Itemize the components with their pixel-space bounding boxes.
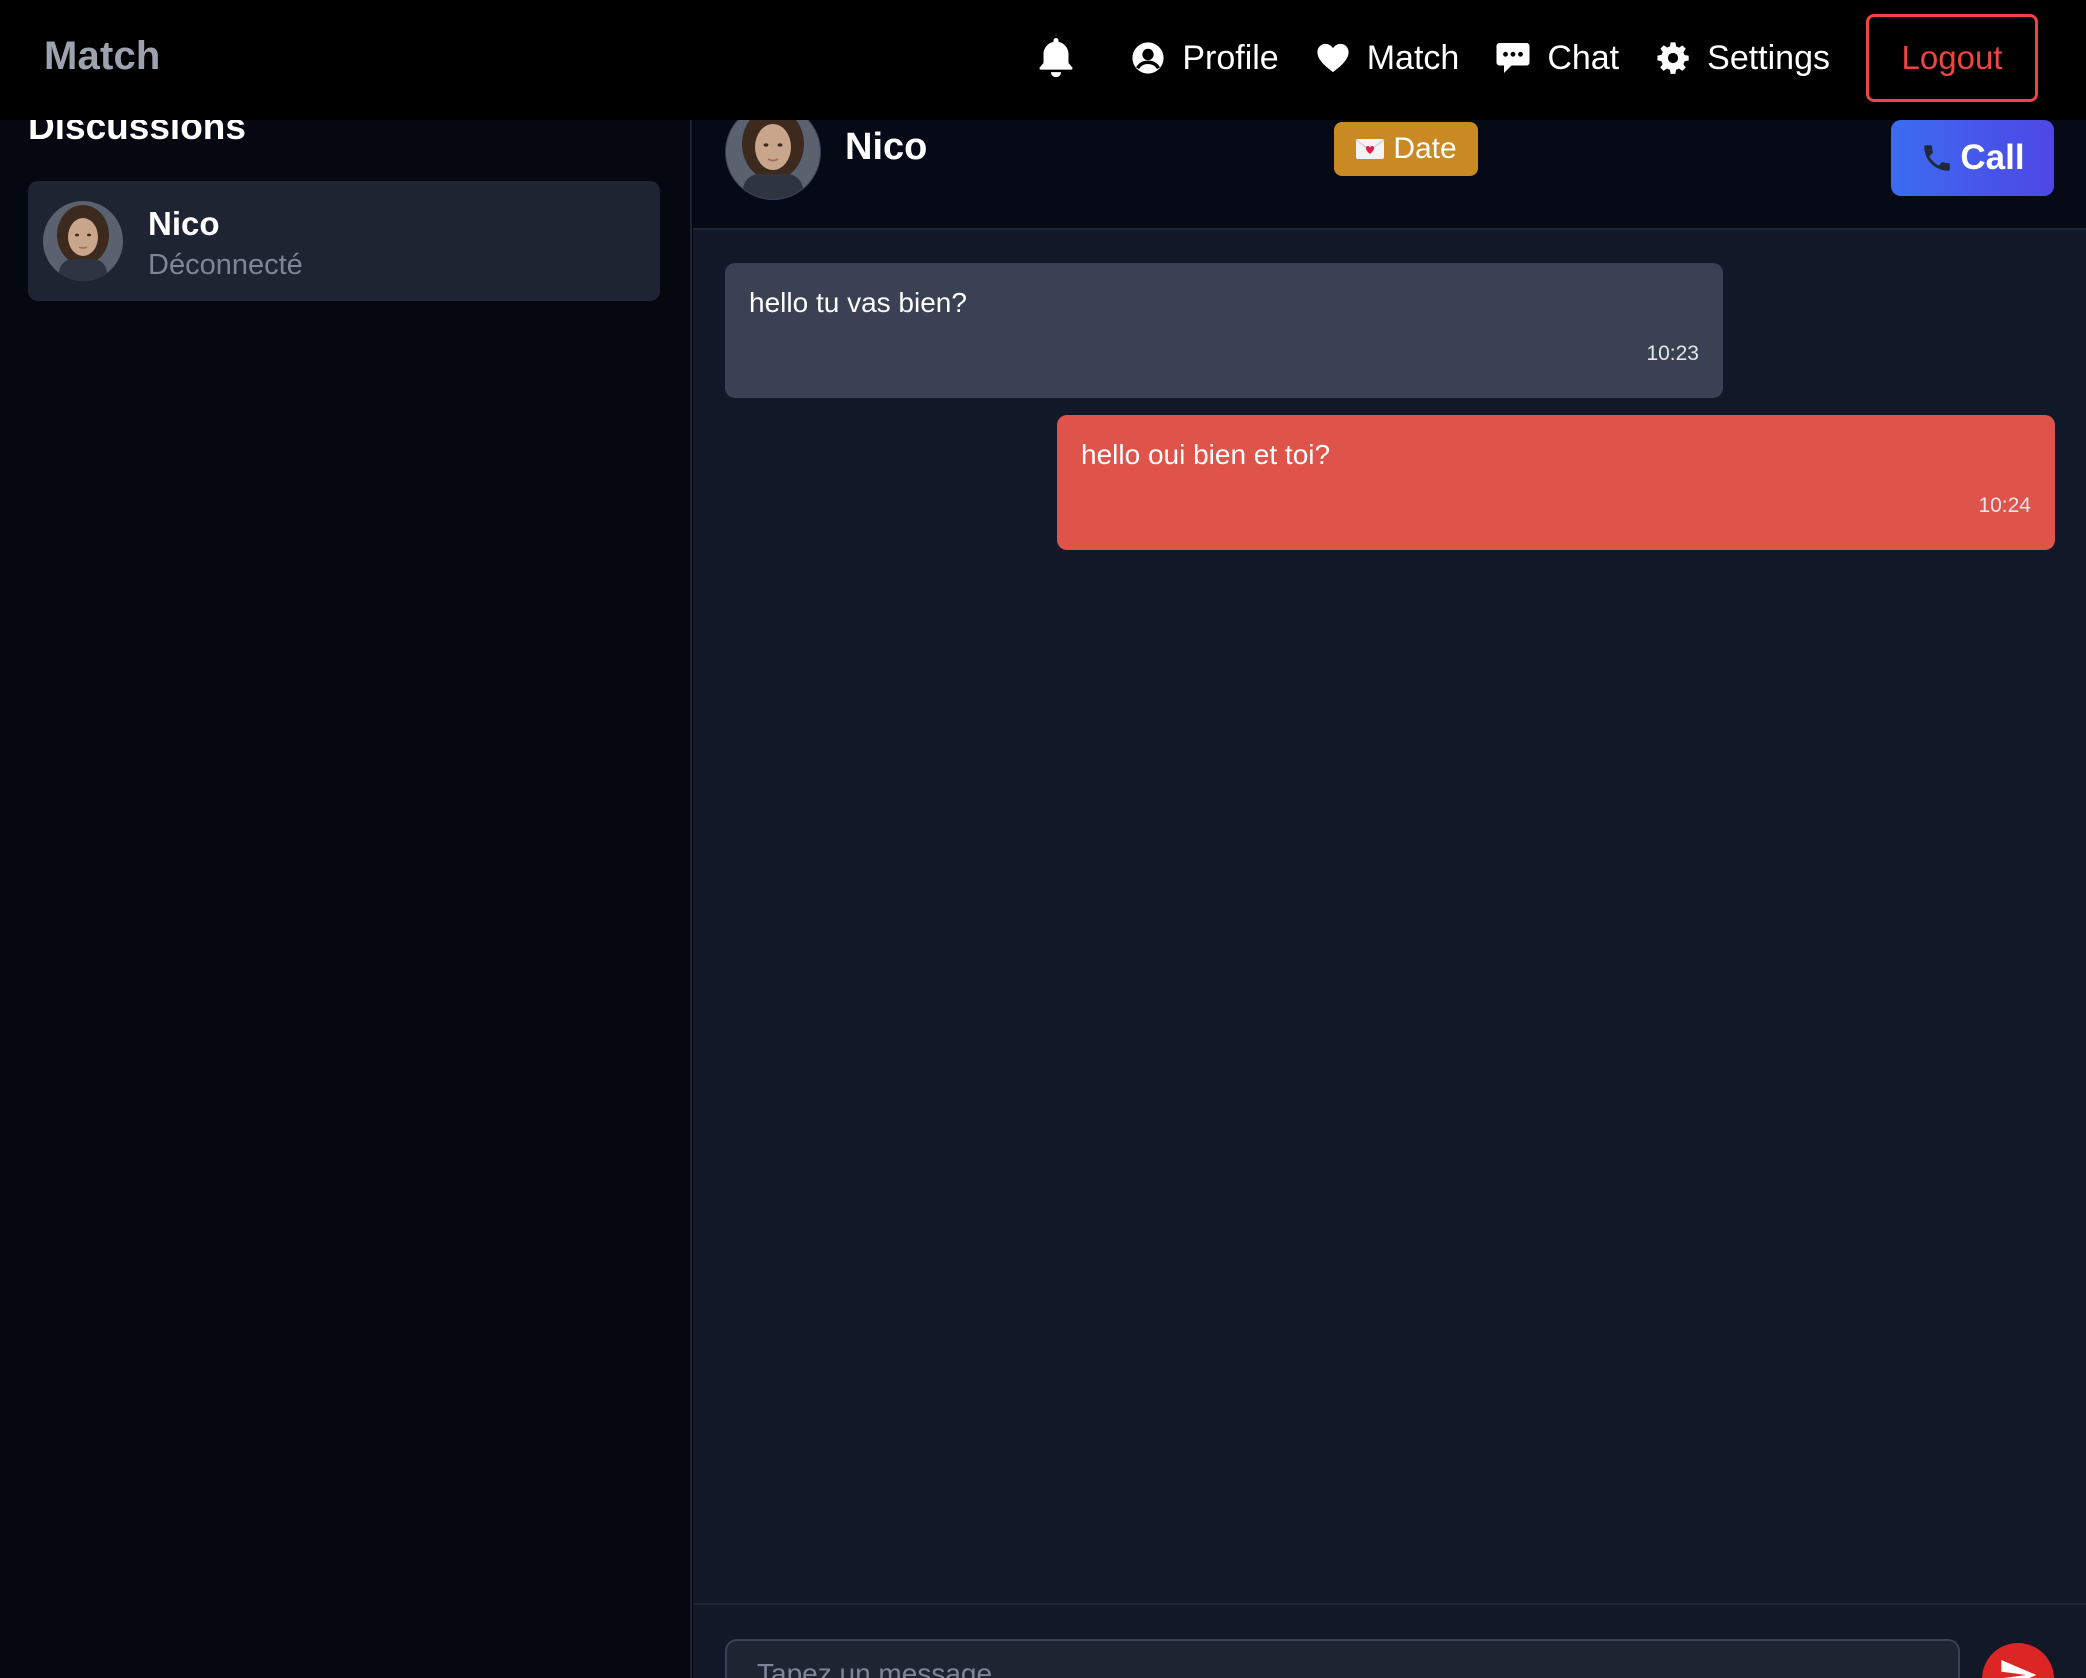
nav-chat-label: Chat [1547, 38, 1620, 77]
heart-icon [1315, 40, 1351, 76]
brand-logo[interactable]: Match [44, 34, 161, 79]
chat-composer [693, 1603, 2086, 1678]
nav-profile-label: Profile [1182, 38, 1279, 77]
date-button[interactable]: Date [1334, 122, 1478, 176]
nav-match[interactable]: Match [1315, 38, 1460, 78]
conversation-item-nico[interactable]: Nico Déconnecté [28, 181, 660, 301]
nav-settings-label: Settings [1707, 38, 1830, 77]
love-letter-icon [1355, 139, 1385, 159]
message-input[interactable] [725, 1639, 1960, 1678]
gear-icon [1655, 40, 1691, 76]
message-time: 10:24 [1978, 494, 2031, 517]
top-navbar: Match Profile Match Chat Settings Logout [0, 0, 2086, 120]
phone-icon [1924, 145, 1951, 171]
nav-match-label: Match [1366, 38, 1460, 77]
conversation-name: Nico [148, 205, 220, 242]
logout-button[interactable]: Logout [1866, 14, 2038, 102]
conversation-status: Déconnecté [148, 249, 303, 281]
nav-chat[interactable]: Chat [1495, 39, 1619, 78]
nav-menu: Profile Match Chat Settings Logout [1034, 14, 2038, 102]
app-root: Discussions Nico Déconnecté Nico Date Ca… [0, 0, 2086, 1678]
bell-icon [1039, 38, 1073, 78]
avatar [43, 201, 123, 281]
nav-profile[interactable]: Profile [1130, 38, 1279, 78]
send-icon [2001, 1660, 2037, 1678]
message-text: hello tu vas bien? [749, 287, 967, 318]
chat-panel: Nico Date Call hello tu vas bien? 10:23 [693, 0, 2086, 1678]
chat-contact-name: Nico [845, 126, 928, 168]
send-button[interactable] [1982, 1643, 2054, 1678]
message-time: 10:23 [1646, 342, 1699, 365]
user-circle-icon [1130, 40, 1166, 76]
message-incoming: hello tu vas bien? 10:23 [725, 263, 1723, 398]
message-outgoing: hello oui bien et toi? 10:24 [1057, 415, 2055, 550]
sidebar: Discussions Nico Déconnecté [0, 0, 692, 1678]
call-button[interactable]: Call [1891, 120, 2054, 196]
message-text: hello oui bien et toi? [1081, 439, 1331, 470]
nav-settings[interactable]: Settings [1655, 39, 1830, 78]
notifications-button[interactable] [1034, 36, 1078, 80]
call-label: Call [1960, 138, 2025, 177]
date-label: Date [1393, 132, 1457, 165]
chat-bubble-icon [1495, 40, 1531, 76]
